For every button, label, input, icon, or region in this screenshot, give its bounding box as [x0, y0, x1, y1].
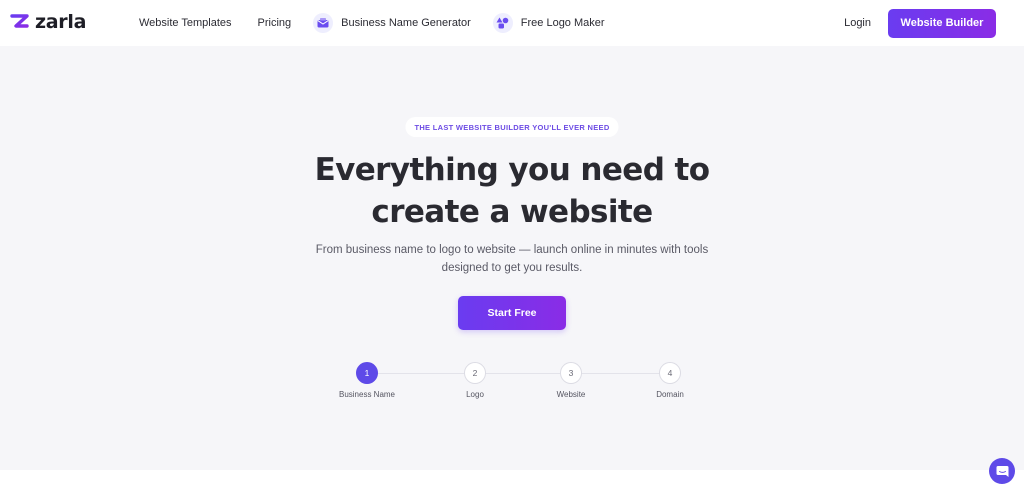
hero-headline: Everything you need to create a website	[0, 149, 1024, 233]
step-domain: 4 Domain	[630, 362, 710, 399]
step-label: Website	[556, 390, 586, 399]
nav-label: Business Name Generator	[341, 17, 471, 29]
step-label: Business Name	[338, 390, 396, 399]
step-number: 1	[356, 362, 378, 384]
main-nav: Website Templates Pricing Business Name …	[139, 0, 605, 46]
chat-launcher-button[interactable]	[989, 458, 1015, 484]
nav-actions: Login Website Builder	[844, 8, 996, 38]
nav-label: Free Logo Maker	[520, 17, 605, 29]
start-free-button[interactable]: Start Free	[458, 296, 566, 330]
nav-label: Website Templates	[139, 17, 232, 29]
step-label: Domain	[656, 390, 684, 399]
brand-name: zarla	[35, 11, 87, 33]
website-builder-button[interactable]: Website Builder	[888, 8, 996, 38]
step-logo: 2 Logo	[435, 362, 515, 399]
step-number: 2	[464, 362, 486, 384]
brand-logo[interactable]: zarla	[10, 11, 87, 34]
nav-label: Pricing	[257, 17, 292, 29]
shapes-icon	[492, 13, 513, 33]
step-number: 4	[659, 362, 681, 384]
step-website: 3 Website	[531, 362, 611, 399]
step-label: Logo	[466, 390, 484, 399]
chat-bubble-icon	[996, 465, 1008, 477]
headline-line-1: Everything you need to	[314, 152, 710, 188]
step-business-name: 1 Business Name	[327, 362, 407, 399]
stepper-connector	[367, 373, 670, 374]
login-link[interactable]: Login	[844, 17, 871, 29]
envelope-icon	[313, 13, 334, 33]
step-number: 3	[560, 362, 582, 384]
headline-line-2: create a website	[371, 194, 653, 230]
top-navbar: zarla Website Templates Pricing Business…	[0, 0, 1024, 46]
tagline-badge: THE LAST WEBSITE BUILDER YOU'LL EVER NEE…	[405, 117, 619, 137]
nav-business-name-generator[interactable]: Business Name Generator	[313, 13, 471, 33]
zarla-logo-icon	[10, 14, 29, 32]
hero-section: THE LAST WEBSITE BUILDER YOU'LL EVER NEE…	[0, 46, 1024, 470]
nav-website-templates[interactable]: Website Templates	[139, 17, 232, 29]
nav-pricing[interactable]: Pricing	[258, 17, 292, 29]
nav-free-logo-maker[interactable]: Free Logo Maker	[492, 13, 605, 33]
subtext-line-1: From business name to logo to website — …	[315, 244, 709, 256]
progress-stepper: 1 Business Name 2 Logo 3 Website 4 Domai…	[0, 362, 1024, 406]
hero-subtext: From business name to logo to website — …	[292, 241, 732, 277]
subtext-line-2: designed to get you results.	[441, 262, 583, 274]
